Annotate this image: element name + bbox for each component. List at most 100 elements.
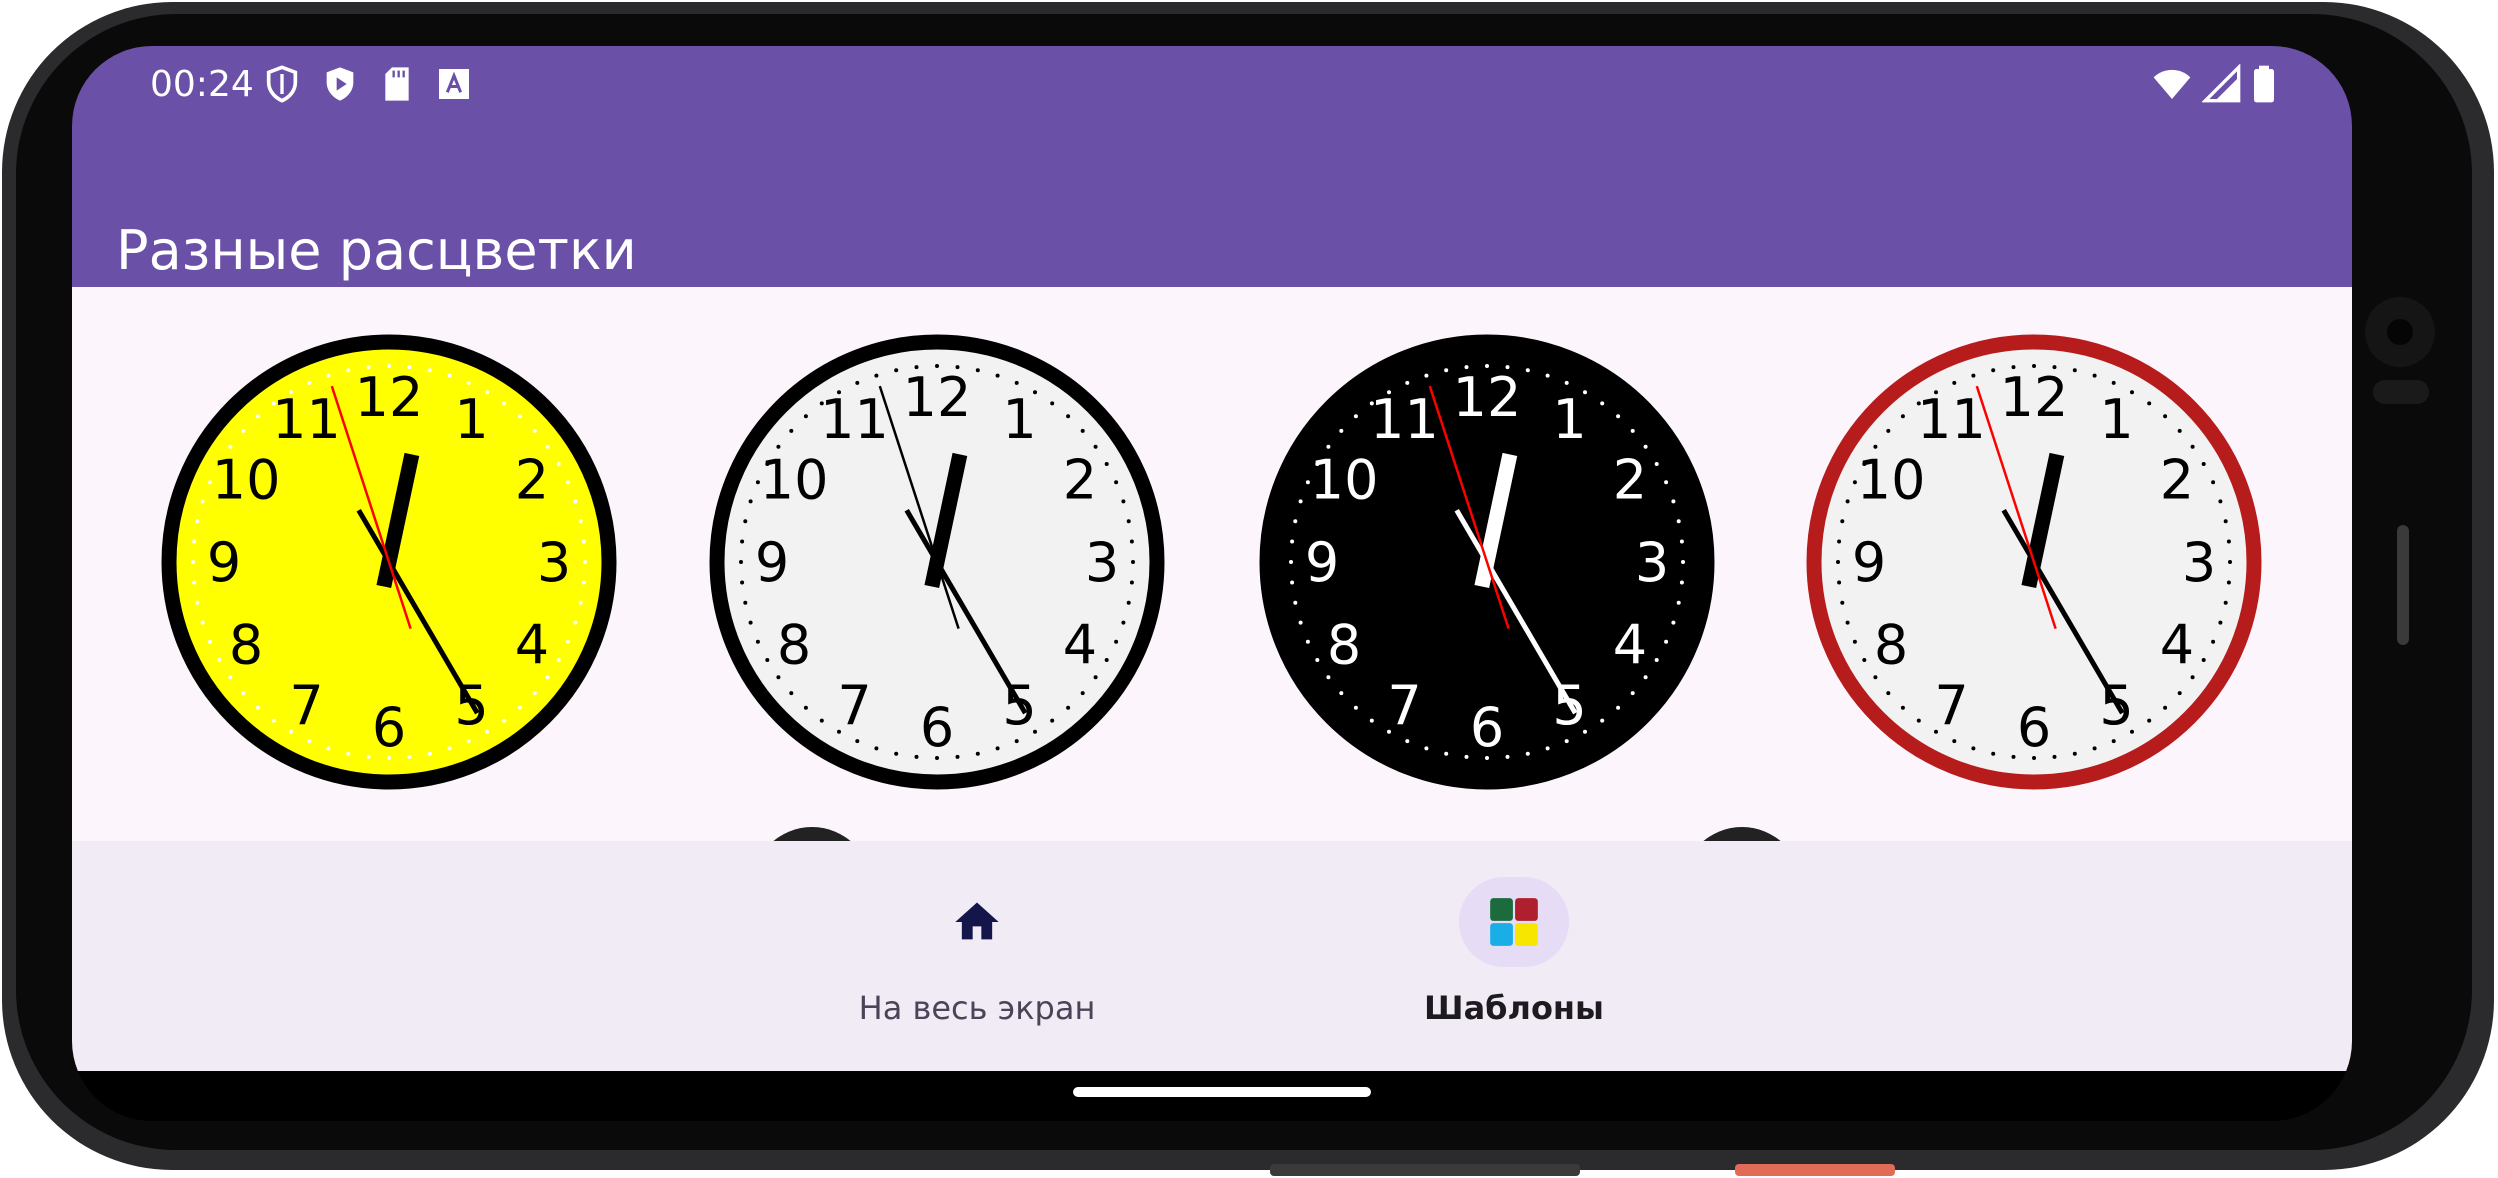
clock-tick <box>740 580 745 585</box>
clock-tick <box>2111 739 2116 744</box>
clock-tick <box>1600 718 1605 723</box>
clock-numeral: 10 <box>1310 449 1379 512</box>
clock-tick <box>195 600 200 605</box>
clock-tick <box>1630 428 1635 433</box>
clock-tick <box>1676 600 1681 605</box>
clock-tick <box>1952 380 1957 385</box>
clock-tick <box>1616 414 1621 419</box>
clock-numeral: 2 <box>515 449 549 512</box>
clock-tick <box>518 705 523 710</box>
sensor-icon <box>2373 380 2429 404</box>
clock-tick <box>1545 746 1550 751</box>
clock-tick <box>502 401 507 406</box>
clock-tick <box>1671 620 1676 625</box>
clock-grid: 121234567891011 121234567891011 12123456… <box>72 287 2352 841</box>
clock-tick <box>2223 600 2228 605</box>
clock-tick <box>2201 462 2206 466</box>
clock-tick <box>1630 691 1635 696</box>
clock-tick <box>1676 519 1681 524</box>
clock-numeral: 9 <box>1852 531 1886 594</box>
clock-tick <box>447 373 452 378</box>
clock-tick <box>1991 368 1996 373</box>
clock-numeral: 1 <box>1552 388 1586 451</box>
clock-tick <box>803 705 808 710</box>
nav-item-fullscreen[interactable]: На весь экран <box>827 877 1127 1047</box>
clock-tick <box>502 718 507 723</box>
clock-template-yellow[interactable]: 121234567891011 <box>154 327 624 797</box>
clock-numeral: 3 <box>1085 531 1119 594</box>
clock-numeral: 7 <box>837 674 871 737</box>
clock-tick <box>566 639 571 644</box>
clock-numeral: 2 <box>2160 449 2194 512</box>
clock-tick <box>200 620 205 625</box>
clock-tick <box>1886 691 1891 696</box>
clock-tick <box>1339 428 1344 433</box>
clock-tick <box>1525 368 1530 373</box>
clock-tick <box>755 639 760 644</box>
clock-tick <box>2163 705 2168 710</box>
clock-tick <box>1353 705 1358 710</box>
clock-tick <box>1080 691 1085 696</box>
clock-numeral: 6 <box>372 696 406 759</box>
clock-tick <box>2092 373 2097 378</box>
clock-tick <box>1050 718 1055 723</box>
clock-tick <box>2147 718 2152 723</box>
clock-tick <box>2052 754 2057 759</box>
clock-tick <box>518 414 523 419</box>
clock-tick <box>2226 539 2231 544</box>
nav-item-templates[interactable]: Шаблоны <box>1364 877 1664 1047</box>
clock-tick <box>307 739 312 744</box>
clock-tick <box>2211 639 2216 644</box>
clock-numeral: 9 <box>755 531 789 594</box>
clock-tick <box>2226 580 2231 585</box>
clock-tick <box>748 499 753 504</box>
clock-numeral: 11 <box>1370 388 1439 451</box>
clock-tick <box>1664 480 1669 485</box>
clock-tick <box>855 739 860 744</box>
clock-numeral: 8 <box>1327 614 1361 677</box>
clock-tick <box>255 414 260 419</box>
clock-tick <box>1564 739 1569 744</box>
clock-tick <box>1293 519 1298 524</box>
clock-tick <box>1405 380 1410 385</box>
clock-tick <box>1104 462 1109 466</box>
nav-active-indicator <box>1459 877 1569 967</box>
clock-tick <box>2177 428 2182 433</box>
clock-tick <box>1066 414 1071 419</box>
clock-tick <box>1121 499 1126 504</box>
clock-tick <box>874 746 879 751</box>
signal-icon <box>2202 64 2241 103</box>
clock-tick <box>192 580 197 585</box>
clock-numeral: 7 <box>1934 674 1968 737</box>
clock-tick <box>1600 401 1605 406</box>
clock-tick <box>2011 754 2016 759</box>
clock-tick <box>2223 519 2228 524</box>
clock-tick <box>1315 658 1320 662</box>
clock-numeral: 8 <box>1874 614 1908 677</box>
clock-tick <box>326 746 331 751</box>
page-title: Разные расцветки <box>116 219 637 282</box>
clock-tick <box>1129 580 1134 585</box>
clock-tick <box>326 373 331 378</box>
clock-numeral: 12 <box>2000 366 2069 429</box>
clock-numeral: 1 <box>2099 388 2133 451</box>
clock-tick <box>2201 658 2206 662</box>
clock-tick <box>581 580 586 585</box>
clock-template-black[interactable]: 121234567891011 <box>1252 327 1722 797</box>
clock-tick <box>874 373 879 378</box>
clock-numeral: 10 <box>1857 449 1926 512</box>
bottom-navigation: На весь экран Шаблоны <box>72 841 2352 1071</box>
clock-numeral: 11 <box>1917 388 1986 451</box>
clock-template-red-rim[interactable]: 121234567891011 <box>1799 327 2269 797</box>
clock-template-white[interactable]: 121234567891011 <box>702 327 1172 797</box>
clock-tick <box>556 658 561 662</box>
power-button-accent <box>1735 1164 1895 1176</box>
clock-tick <box>1840 600 1845 605</box>
nav-icon-container <box>922 877 1032 967</box>
camera-icon <box>2365 297 2435 367</box>
clock-tick <box>1114 639 1119 644</box>
gesture-bar[interactable] <box>1073 1087 1371 1097</box>
clock-tick <box>532 428 537 433</box>
clock-tick <box>556 462 561 466</box>
clock-numeral: 8 <box>777 614 811 677</box>
